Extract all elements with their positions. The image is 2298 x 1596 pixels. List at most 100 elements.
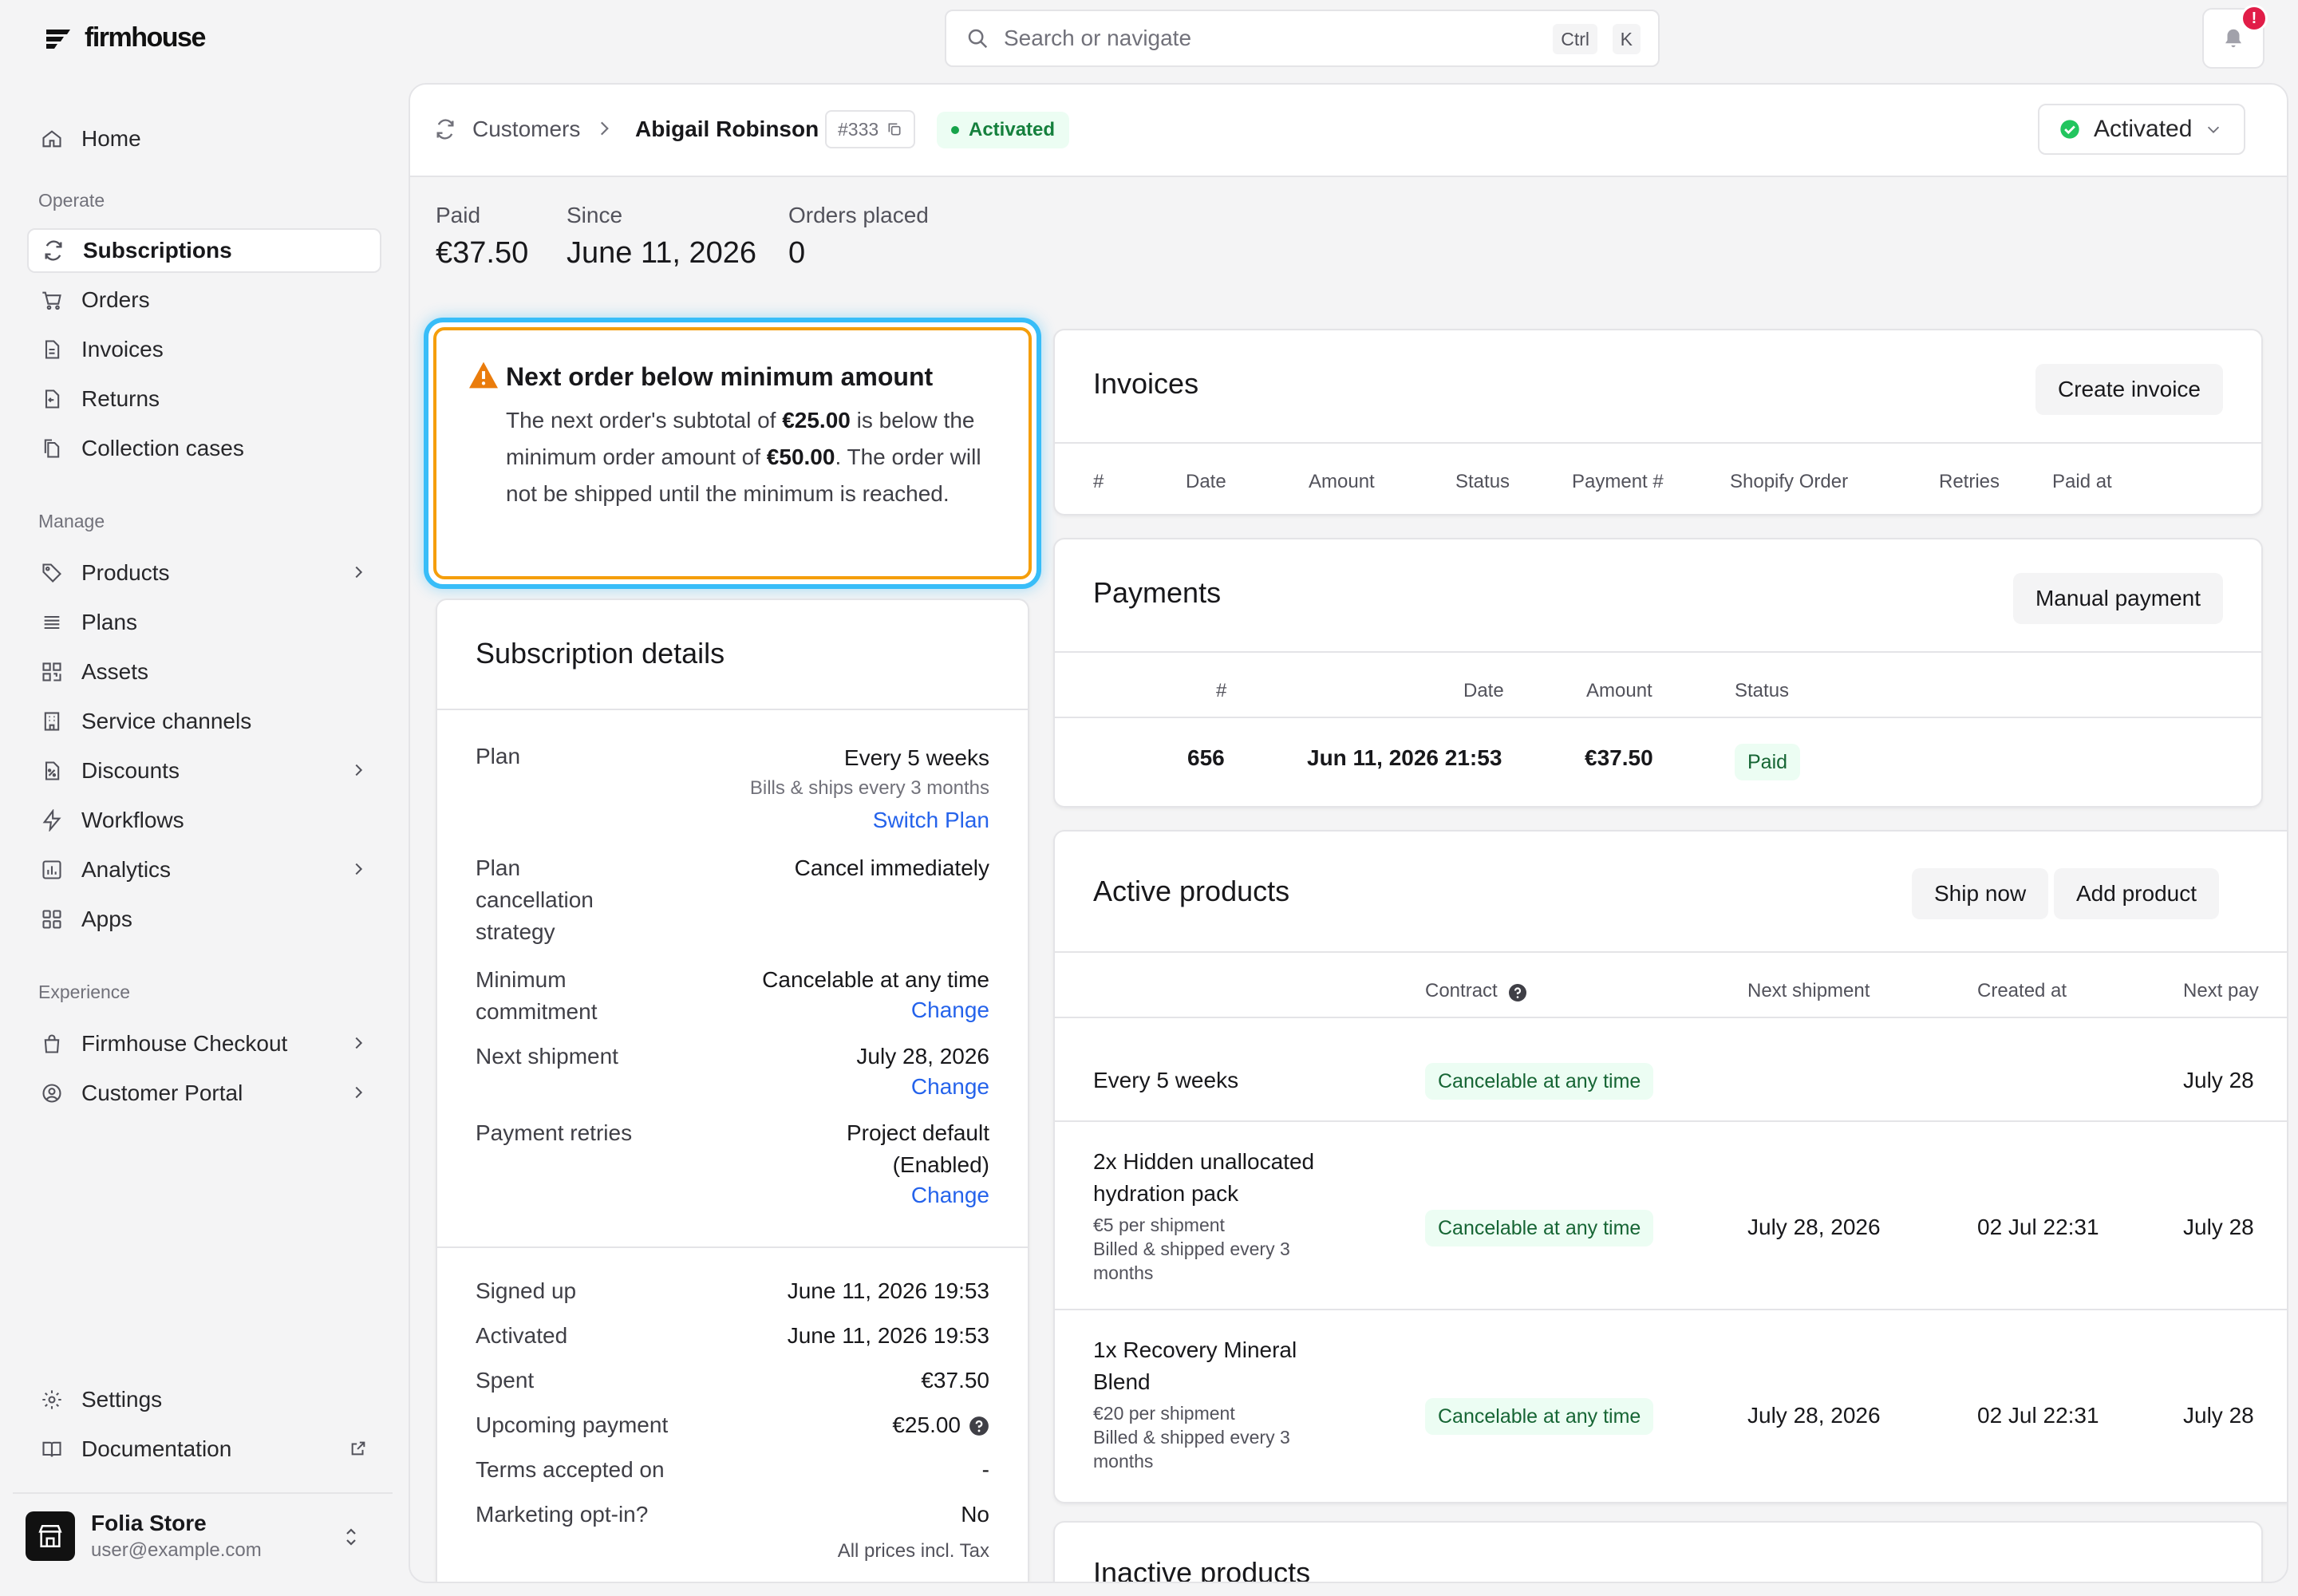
- status-dropdown[interactable]: Activated: [2038, 104, 2245, 155]
- subscription-details-card: Subscription details Plan Every 5 weeks …: [436, 598, 1029, 1582]
- invoices-col-amount: Amount: [1309, 471, 1375, 492]
- payment-retries-value: Project default: [847, 1120, 989, 1145]
- sidebar-item-settings[interactable]: Settings: [27, 1377, 381, 1422]
- chevron-right-icon: [349, 860, 367, 878]
- sidebar-item-label: Returns: [81, 386, 160, 411]
- sidebar-item-label: Plans: [81, 610, 138, 634]
- signed-up-value: June 11, 2026 19:53: [787, 1278, 989, 1303]
- product-billing: Billed & shipped every 3 months: [1093, 1427, 1290, 1472]
- contract-badge: Cancelable at any time: [1425, 1398, 1654, 1435]
- products-col-contract: Contract: [1425, 980, 1498, 1001]
- payments-col-date: Date: [1463, 680, 1504, 701]
- store-email: user@example.com: [91, 1539, 262, 1561]
- activated-label: Activated: [476, 1323, 568, 1348]
- firmhouse-logo[interactable]: firmhouse: [43, 22, 206, 53]
- payments-title: Payments: [1093, 576, 1222, 609]
- status-dot-icon: [951, 126, 959, 134]
- sidebar-item-products[interactable]: Products: [27, 551, 381, 595]
- nav-section-experience: Experience: [38, 982, 131, 1002]
- customer-id: #333: [838, 118, 879, 140]
- breadcrumb-customers[interactable]: Customers: [472, 117, 580, 142]
- invoices-col-shopify-order: Shopify Order: [1730, 471, 1849, 492]
- sidebar-item-label: Documentation: [81, 1436, 232, 1461]
- sidebar-item-assets[interactable]: Assets: [27, 650, 381, 694]
- sidebar-item-returns[interactable]: Returns: [27, 377, 381, 421]
- chevron-right-icon: [594, 118, 614, 139]
- help-icon[interactable]: [969, 1416, 989, 1436]
- invoices-col-retries: Retries: [1939, 471, 2000, 492]
- shopping-bag-icon: [40, 1032, 64, 1056]
- ship-now-button[interactable]: Ship now: [1912, 868, 2049, 919]
- nav-section-operate: Operate: [38, 190, 105, 211]
- next-pay: July 28: [2183, 1068, 2254, 1092]
- sidebar-item-collection-cases[interactable]: Collection cases: [27, 426, 381, 471]
- products-col-created-at: Created at: [1977, 980, 2067, 1001]
- sidebar-item-workflows[interactable]: Workflows: [27, 798, 381, 843]
- sidebar-item-home[interactable]: Home: [27, 117, 381, 161]
- switch-plan-link[interactable]: Switch Plan: [873, 808, 989, 833]
- product-name: 2x Hidden unallocated hydration pack: [1093, 1149, 1315, 1206]
- chevron-up-down-icon: [342, 1526, 361, 1548]
- sidebar-item-service-channels[interactable]: Service channels: [27, 699, 381, 744]
- page-header: Customers Abigail Robinson #333 Activate…: [410, 85, 2287, 177]
- help-icon[interactable]: [1508, 983, 1527, 1002]
- sidebar-item-label: Analytics: [81, 857, 172, 882]
- next-shipment-label: Next shipment: [476, 1044, 618, 1069]
- sidebar-item-firmhouse-checkout[interactable]: Firmhouse Checkout: [27, 1021, 381, 1066]
- next-shipment: July 28, 2026: [1747, 1215, 1881, 1239]
- store-name: Folia Store: [91, 1511, 207, 1535]
- activated-value: June 11, 2026 19:53: [787, 1323, 989, 1348]
- marketing-opt-in-value: No: [961, 1502, 989, 1527]
- warning-triangle-icon: [468, 361, 499, 389]
- sidebar-item-orders[interactable]: Orders: [27, 278, 381, 322]
- search-input[interactable]: Search or navigate Ctrl K: [945, 10, 1660, 67]
- change-commitment-link[interactable]: Change: [911, 998, 989, 1023]
- next-pay: July 28: [2183, 1215, 2254, 1239]
- sidebar-item-analytics[interactable]: Analytics: [27, 847, 381, 892]
- firmhouse-logo-icon: [46, 29, 70, 49]
- payment-retries-label: Payment retries: [476, 1120, 633, 1145]
- store-switcher[interactable]: Folia Store user@example.com: [13, 1492, 393, 1578]
- sidebar-item-plans[interactable]: Plans: [27, 600, 381, 645]
- sidebar-item-label: Customer Portal: [81, 1080, 243, 1105]
- chevron-right-icon: [349, 761, 367, 779]
- sidebar-item-label: Apps: [81, 907, 132, 931]
- bell-icon: [2221, 26, 2245, 50]
- invoices-col-payment: Payment #: [1572, 471, 1664, 492]
- apps-grid-icon: [40, 907, 64, 931]
- prices-footnote: All prices incl. Tax: [837, 1540, 989, 1562]
- sidebar-item-apps[interactable]: Apps: [27, 897, 381, 942]
- status-badge-label: Activated: [969, 119, 1056, 140]
- sidebar-item-customer-portal[interactable]: Customer Portal: [27, 1071, 381, 1116]
- invoices-col-date: Date: [1186, 471, 1226, 492]
- create-invoice-button[interactable]: Create invoice: [2035, 364, 2223, 415]
- status-dropdown-value: Activated: [2094, 116, 2193, 142]
- sidebar-item-label: Invoices: [81, 337, 164, 361]
- copy-icon: [886, 121, 902, 137]
- change-next-shipment-link[interactable]: Change: [911, 1074, 989, 1100]
- payments-col-amount: Amount: [1586, 680, 1652, 701]
- inactive-products-card: Inactive products: [1053, 1521, 2263, 1582]
- payments-col-status: Status: [1735, 680, 1790, 701]
- warning-text: The next order's subtotal of €25.00 is b…: [506, 408, 981, 506]
- created-at: 02 Jul 22:31: [1977, 1403, 2099, 1428]
- plan-label: Plan: [476, 744, 521, 768]
- change-retries-link[interactable]: Change: [911, 1183, 989, 1208]
- next-pay: July 28: [2183, 1403, 2254, 1428]
- home-icon: [40, 127, 64, 151]
- search-icon: [965, 26, 989, 50]
- products-col-next-shipment: Next shipment: [1747, 980, 1870, 1001]
- add-product-button[interactable]: Add product: [2054, 868, 2219, 919]
- sidebar-item-discounts[interactable]: Discounts: [27, 749, 381, 793]
- customer-id-chip[interactable]: #333: [825, 110, 916, 148]
- sidebar-item-documentation[interactable]: Documentation: [27, 1427, 381, 1472]
- sidebar-item-invoices[interactable]: Invoices: [27, 327, 381, 372]
- notifications-button[interactable]: !: [2202, 5, 2268, 69]
- cancellation-strategy-value: Cancel immediately: [794, 855, 989, 880]
- next-shipment: July 28, 2026: [1747, 1403, 1881, 1428]
- qr-code-icon: [40, 660, 64, 684]
- sidebar-item-subscriptions[interactable]: Subscriptions: [27, 228, 381, 273]
- manual-payment-button[interactable]: Manual payment: [2012, 573, 2223, 624]
- plan-billing-info: Bills & ships every 3 months: [749, 777, 989, 799]
- lightning-icon: [40, 808, 64, 832]
